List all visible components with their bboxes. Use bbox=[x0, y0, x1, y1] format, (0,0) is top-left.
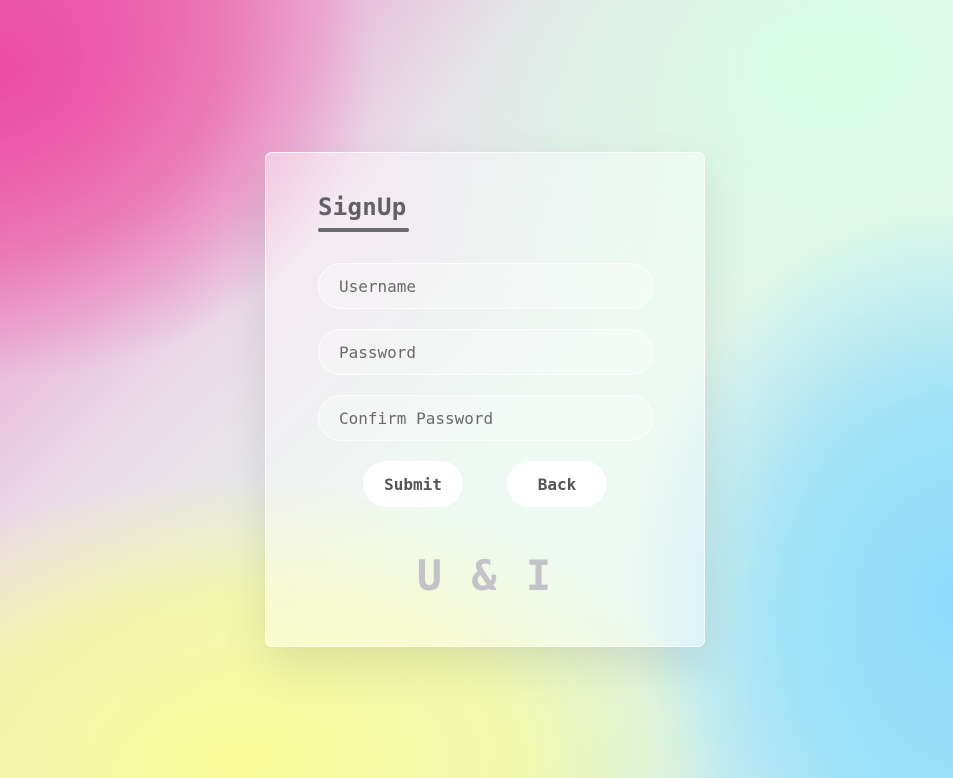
submit-button[interactable]: Submit bbox=[363, 461, 463, 507]
page-title: SignUp bbox=[318, 193, 407, 221]
signup-card: SignUp Submit Back U & I bbox=[265, 152, 705, 647]
password-input[interactable] bbox=[318, 329, 653, 375]
back-button[interactable]: Back bbox=[507, 461, 607, 507]
title-underline bbox=[318, 228, 409, 232]
username-input[interactable] bbox=[318, 263, 653, 309]
brand-logo: U & I bbox=[416, 551, 554, 600]
confirm-password-input[interactable] bbox=[318, 395, 653, 441]
